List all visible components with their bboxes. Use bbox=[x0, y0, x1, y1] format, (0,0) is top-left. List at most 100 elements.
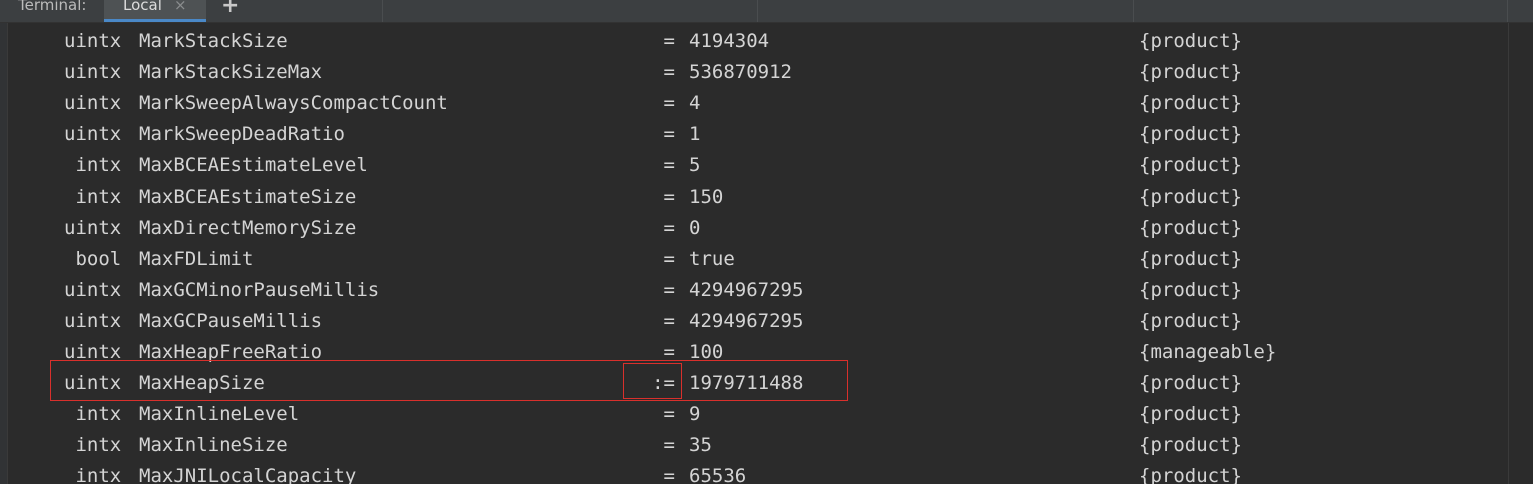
flag-operator: = bbox=[663, 154, 675, 177]
tab-local[interactable]: Local × bbox=[104, 0, 206, 22]
flag-value: 35 bbox=[689, 434, 712, 457]
flag-name: MarkStackSize bbox=[139, 30, 288, 52]
flag-operator: = bbox=[663, 309, 675, 332]
flag-kind: {product} bbox=[1139, 434, 1242, 457]
terminal-line: uintx MarkStackSize = 4194304 {product} bbox=[9, 26, 1508, 57]
terminal-line: uintx MarkStackSizeMax = 536870912 {product} bbox=[9, 57, 1508, 88]
flag-operator: = bbox=[663, 403, 675, 426]
flag-value: true bbox=[689, 247, 735, 270]
flag-type: uintx bbox=[64, 341, 122, 363]
terminal-line: uintx MaxGCMinorPauseMillis = 4294967295 {pr… bbox=[9, 275, 1508, 306]
flag-name: MaxHeapFreeRatio bbox=[139, 341, 323, 363]
flag-name: MaxBCEAEstimateSize bbox=[139, 185, 357, 208]
flag-value: 4194304 bbox=[689, 30, 770, 52]
terminal-window: Terminal: Local × + uintx MarkStackSize = 4… bbox=[0, 0, 1533, 484]
terminal-line: uintx MarkSweepAlwaysCompactCount = 4 {produ… bbox=[9, 88, 1508, 119]
terminal-line: intx MaxJNILocalCapacity = 65536 {product} bbox=[9, 461, 1508, 484]
flag-type: uintx bbox=[64, 216, 122, 239]
flag-value: 9 bbox=[689, 403, 701, 426]
terminal-line: intx MaxBCEAEstimateSize = 150 {product} bbox=[9, 182, 1508, 213]
flag-value: 1979711488 bbox=[689, 372, 804, 395]
flag-type: uintx bbox=[64, 123, 122, 146]
flag-type: bool bbox=[64, 247, 122, 270]
flag-name: MarkSweepDeadRatio bbox=[139, 123, 345, 146]
flag-operator: = bbox=[663, 123, 675, 146]
flag-type: intx bbox=[64, 403, 122, 426]
flag-kind: {product} bbox=[1139, 30, 1242, 52]
flag-kind: {product} bbox=[1139, 154, 1242, 177]
flag-type: uintx bbox=[64, 30, 122, 52]
flag-value: 65536 bbox=[689, 465, 747, 484]
terminal-output[interactable]: uintx MarkStackSize = 4194304 {product} uintx… bbox=[9, 23, 1508, 484]
terminal-line: bool MaxFDLimit = true {product} bbox=[9, 244, 1508, 275]
flag-value: 150 bbox=[689, 185, 724, 208]
terminal-line: uintx MaxHeapSize := 1979711488 {product} bbox=[9, 368, 1508, 399]
flag-kind: {product} bbox=[1139, 61, 1242, 84]
flag-value: 100 bbox=[689, 341, 724, 363]
flag-name: MaxJNILocalCapacity bbox=[139, 465, 357, 484]
flag-operator: = bbox=[663, 185, 675, 208]
flag-type: uintx bbox=[64, 278, 122, 301]
flag-type: uintx bbox=[64, 372, 122, 395]
terminal-line: intx MaxInlineSize = 35 {product} bbox=[9, 430, 1508, 461]
flag-operator: = bbox=[663, 30, 675, 52]
flag-type: intx bbox=[64, 465, 122, 484]
vertical-scrollbar[interactable] bbox=[1508, 23, 1533, 484]
flag-kind: {product} bbox=[1139, 278, 1242, 301]
flag-kind: {product} bbox=[1139, 372, 1242, 395]
flag-operator: = bbox=[663, 92, 675, 115]
flag-type: uintx bbox=[64, 61, 122, 84]
flag-name: MaxBCEAEstimateLevel bbox=[139, 154, 368, 177]
flag-kind: {product} bbox=[1139, 247, 1242, 270]
flag-type: uintx bbox=[64, 309, 122, 332]
flag-value: 4 bbox=[689, 92, 701, 115]
terminal-line: uintx MaxHeapFreeRatio = 100 {manageable} bbox=[9, 337, 1508, 368]
flag-operator: = bbox=[663, 61, 675, 84]
tab-divider bbox=[757, 0, 758, 22]
flag-operator: = bbox=[663, 434, 675, 457]
terminal-title: Terminal: bbox=[18, 0, 87, 14]
flag-name: MarkSweepAlwaysCompactCount bbox=[139, 92, 448, 115]
flag-kind: {manageable} bbox=[1139, 341, 1277, 363]
tab-local-label: Local bbox=[123, 0, 162, 14]
add-tab-icon[interactable]: + bbox=[221, 0, 239, 18]
tab-divider bbox=[382, 0, 383, 22]
terminal-tab-bar: Terminal: Local × + bbox=[0, 0, 1533, 23]
flag-kind: {product} bbox=[1139, 123, 1242, 146]
flag-type: intx bbox=[64, 434, 122, 457]
terminal-line: intx MaxInlineLevel = 9 {product} bbox=[9, 399, 1508, 430]
left-gutter bbox=[0, 23, 8, 484]
flag-name: MaxGCMinorPauseMillis bbox=[139, 278, 380, 301]
close-icon[interactable]: × bbox=[174, 0, 187, 14]
flag-name: MaxInlineLevel bbox=[139, 403, 300, 426]
flag-name: MaxHeapSize bbox=[139, 372, 265, 395]
terminal-line: intx MaxBCEAEstimateLevel = 5 {product} bbox=[9, 150, 1508, 181]
flag-value: 4294967295 bbox=[689, 309, 804, 332]
flag-value: 536870912 bbox=[689, 61, 792, 84]
flag-value: 0 bbox=[689, 216, 701, 239]
flag-name: MaxDirectMemorySize bbox=[139, 216, 357, 239]
flag-value: 1 bbox=[689, 123, 701, 146]
tab-divider bbox=[1507, 0, 1508, 22]
flag-name: MaxGCPauseMillis bbox=[139, 309, 323, 332]
tab-divider bbox=[1133, 0, 1134, 22]
flag-type: uintx bbox=[64, 92, 122, 115]
flag-operator: = bbox=[663, 341, 675, 363]
flag-kind: {product} bbox=[1139, 465, 1242, 484]
flag-type: intx bbox=[64, 154, 122, 177]
flag-kind: {product} bbox=[1139, 403, 1242, 426]
flag-operator: = bbox=[663, 278, 675, 301]
flag-operator: = bbox=[663, 465, 675, 484]
flag-kind: {product} bbox=[1139, 216, 1242, 239]
flag-operator: := bbox=[652, 372, 675, 395]
terminal-line: uintx MaxDirectMemorySize = 0 {product} bbox=[9, 213, 1508, 244]
flag-operator: = bbox=[663, 216, 675, 239]
terminal-line: uintx MaxGCPauseMillis = 4294967295 {product… bbox=[9, 306, 1508, 337]
flag-kind: {product} bbox=[1139, 309, 1242, 332]
flag-operator: = bbox=[663, 247, 675, 270]
flag-kind: {product} bbox=[1139, 185, 1242, 208]
flag-name: MaxFDLimit bbox=[139, 247, 254, 270]
flag-type: intx bbox=[64, 185, 122, 208]
terminal-line: uintx MarkSweepDeadRatio = 1 {product} bbox=[9, 119, 1508, 150]
flag-value: 5 bbox=[689, 154, 701, 177]
